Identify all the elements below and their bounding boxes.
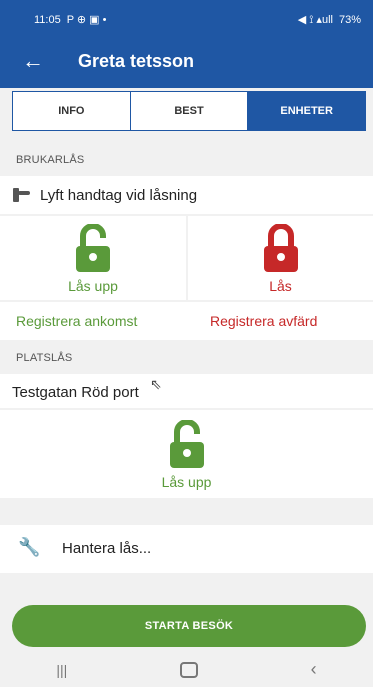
brukarlas-name: Lyft handtag vid låsning	[12, 186, 197, 204]
notification-icons: P ⊕ ▣ •	[66, 14, 107, 26]
unlock-label: Lås upp	[68, 278, 118, 294]
brukarlas-name-text: Lyft handtag vid låsning	[40, 186, 198, 204]
door-handle-icon	[13, 188, 30, 202]
app-bar: ← Greta tetsson	[0, 36, 373, 88]
tab-enheter[interactable]: ENHETER	[248, 92, 366, 130]
mouse-cursor-icon: ⇖	[150, 376, 162, 392]
status-bar: 11:05 P ⊕ ▣ • ◀ ⟟ ▴ull 73%	[0, 0, 373, 36]
back-nav-icon[interactable]: ‹	[311, 659, 317, 680]
unlock-button[interactable]: Lås upp	[0, 216, 186, 300]
brukarlas-header: BRUKARLÅS	[16, 154, 85, 166]
register-arrival-button[interactable]: Registrera ankomst	[16, 313, 137, 329]
manage-locks-label: Hantera lås...	[62, 540, 152, 557]
battery-level: 73%	[338, 14, 361, 26]
signal-icons: ◀ ⟟ ▴ull	[297, 14, 333, 26]
status-time: 11:05	[34, 13, 61, 26]
platslas-unlock-label: Lås upp	[161, 474, 212, 490]
start-visit-button[interactable]: STARTA BESÖK	[12, 605, 366, 647]
android-nav-bar: ||| ‹	[0, 652, 373, 687]
manage-locks-row[interactable]: 🔧 Hantera lås...	[0, 525, 373, 573]
unlock-padlock-icon	[76, 224, 110, 272]
tab-best[interactable]: BEST	[131, 92, 249, 130]
status-right: ◀ ⟟ ▴ull 73%	[298, 13, 361, 27]
back-arrow-icon[interactable]: ←	[22, 48, 44, 74]
platslas-header: PLATSLÅS	[16, 352, 73, 364]
page-title: Greta tetsson	[78, 51, 195, 71]
lock-label: Lås	[269, 278, 292, 294]
status-left: 11:05 P ⊕ ▣ •	[34, 13, 107, 27]
tab-bar: INFO BEST ENHETER	[12, 91, 366, 131]
recent-apps-icon[interactable]: |||	[56, 662, 67, 678]
platslas-name: Testgatan Röd port	[12, 384, 139, 401]
platslas-unlock-padlock-icon	[169, 420, 204, 468]
lock-button[interactable]: Lås	[188, 216, 373, 300]
tab-info[interactable]: INFO	[13, 92, 131, 130]
lock-padlock-icon	[263, 224, 298, 272]
home-icon[interactable]	[179, 661, 198, 678]
wrench-icon: 🔧	[18, 537, 41, 557]
platslas-unlock-button[interactable]: Lås upp	[0, 410, 373, 498]
register-departure-button[interactable]: Registrera avfärd	[210, 313, 317, 329]
